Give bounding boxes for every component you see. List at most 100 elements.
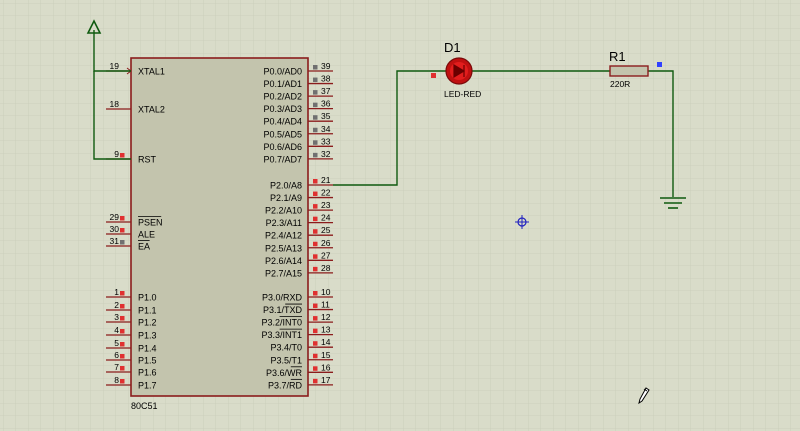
pin-state-marker	[313, 65, 318, 70]
pin-label: P3.6/WR	[266, 368, 303, 378]
pin-label: P3.1/TXD	[263, 305, 303, 315]
pin-number: 17	[321, 375, 331, 385]
pin-number: 22	[321, 188, 331, 198]
pin-number: 24	[321, 213, 331, 223]
pin-label: P3.3/INT1	[261, 330, 302, 340]
pin-label: P0.6/AD6	[263, 142, 302, 152]
pin-label: P0.2/AD2	[263, 92, 302, 102]
pin-state-marker	[313, 366, 318, 371]
resistor-body	[609, 65, 649, 77]
led-ref-label: D1	[444, 40, 461, 55]
pin-label: P1.7	[138, 381, 157, 391]
pin-state-marker	[313, 303, 318, 309]
led-pin-marker	[431, 73, 436, 78]
pin-state-marker	[120, 366, 125, 371]
pin-state-marker	[313, 179, 318, 184]
pin-number: 14	[321, 337, 331, 347]
pin-state-marker	[313, 77, 318, 83]
pin-number: 1	[114, 287, 119, 297]
pin-label: P0.5/AD5	[263, 129, 302, 139]
pin-label: P2.1/A9	[270, 193, 302, 203]
pin-state-marker	[120, 216, 125, 221]
pin-state-marker	[313, 316, 318, 321]
pin-number: 6	[114, 350, 119, 360]
pin-state-marker	[313, 191, 318, 197]
pin-label: P1.1	[138, 306, 157, 316]
pin-number: 16	[321, 362, 331, 372]
pin-label: P3.5/T1	[270, 355, 302, 365]
pin-label: P1.6	[138, 368, 157, 378]
pin-state-marker	[120, 228, 125, 233]
pin-label: P0.3/AD3	[263, 104, 302, 114]
pin-label: P0.1/AD1	[263, 79, 302, 89]
pin-number: 34	[321, 124, 331, 134]
pin-label: ALE	[138, 230, 155, 240]
pin-number: 7	[114, 362, 119, 372]
resistor-ref-label: R1	[609, 49, 626, 64]
pin-number: 8	[114, 375, 119, 385]
pin-number: 26	[321, 238, 331, 248]
pin-number: 39	[321, 61, 331, 71]
pin-label: PSEN	[138, 218, 163, 228]
pin-label: P2.6/A14	[265, 256, 302, 266]
pin-number: 15	[321, 350, 331, 360]
pin-number: 21	[321, 175, 331, 185]
pin-state-marker	[313, 229, 318, 234]
resistor-pin-marker	[657, 62, 662, 67]
pin-number: 30	[110, 224, 120, 234]
pin-number: 36	[321, 99, 331, 109]
pin-state-marker	[313, 204, 318, 209]
pin-label: P0.7/AD7	[263, 154, 302, 164]
pin-label: P1.5	[138, 356, 157, 366]
resistor-value-label: 220R	[610, 79, 630, 89]
pin-state-marker	[313, 291, 318, 296]
schematic-canvas[interactable]: 80C51 19XTAL118XTAL29RST29PSEN30ALE31EA1…	[0, 0, 800, 431]
pin-state-marker	[120, 153, 125, 158]
microcontroller-80c51[interactable]: 80C51 19XTAL118XTAL29RST29PSEN30ALE31EA1…	[106, 57, 333, 411]
pin-label: RST	[138, 155, 157, 165]
pin-number: 4	[114, 325, 119, 335]
pin-state-marker	[313, 140, 318, 145]
pin-state-marker	[313, 266, 318, 272]
pin-number: 19	[110, 61, 120, 71]
pin-number: 3	[114, 312, 119, 322]
pin-state-marker	[313, 241, 318, 247]
pin-number: 37	[321, 86, 331, 96]
pin-label: P2.5/A13	[265, 243, 302, 253]
pin-state-marker	[120, 379, 125, 384]
pin-state-marker	[120, 316, 125, 321]
pin-number: 38	[321, 74, 331, 84]
pin-label: P1.0	[138, 293, 157, 303]
pin-label: P1.4	[138, 344, 157, 354]
pin-number: 23	[321, 200, 331, 210]
pin-number: 35	[321, 111, 331, 121]
pin-state-marker	[313, 328, 318, 334]
pin-label: P0.4/AD4	[263, 117, 302, 127]
pin-label: P2.3/A11	[266, 218, 302, 228]
pin-number: 18	[110, 99, 120, 109]
pin-number: 25	[321, 225, 331, 235]
pin-number: 32	[321, 149, 331, 159]
pin-label: P2.2/A10	[265, 206, 302, 216]
pin-number: 11	[321, 300, 330, 310]
pin-state-marker	[313, 341, 318, 346]
led-value-label: LED-RED	[444, 89, 481, 99]
pin-state-marker	[120, 240, 125, 245]
pin-state-marker	[313, 127, 318, 133]
pin-state-marker	[313, 378, 318, 384]
pin-state-marker	[313, 353, 318, 359]
pin-number: 13	[321, 325, 331, 335]
pin-state-marker	[313, 115, 318, 120]
pin-label: P2.0/A8	[270, 181, 302, 191]
pin-state-marker	[313, 102, 318, 108]
pin-label: P3.0/RXD	[262, 293, 303, 303]
pin-state-marker	[120, 304, 125, 309]
pin-number: 33	[321, 136, 331, 146]
pin-label: P3.2/INT0	[261, 318, 302, 328]
pin-number: 12	[321, 312, 331, 322]
pin-label: P1.3	[138, 331, 157, 341]
pin-state-marker	[313, 90, 318, 95]
pin-number: 9	[114, 149, 119, 159]
pin-state-marker	[120, 342, 125, 347]
pin-number: 29	[110, 212, 120, 222]
